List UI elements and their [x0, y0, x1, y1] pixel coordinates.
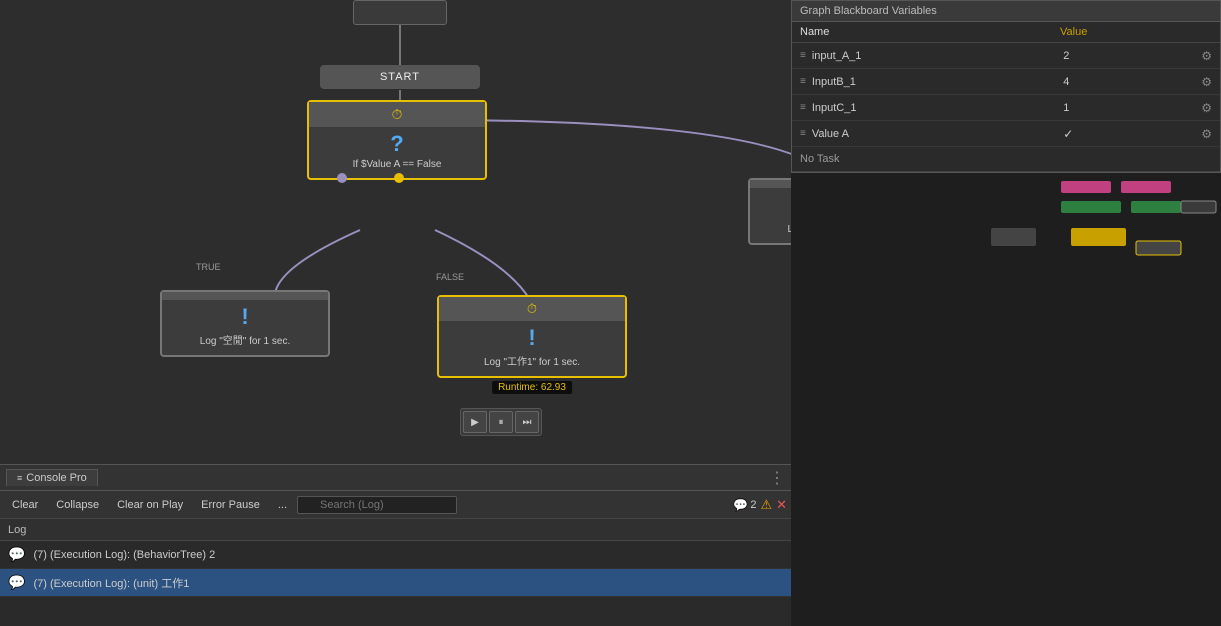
- row-0-icon: ≡: [800, 50, 806, 61]
- clock-icon: ⏱: [392, 106, 403, 123]
- clear-button[interactable]: Clear: [4, 497, 46, 513]
- play-button[interactable]: ▶: [463, 411, 487, 433]
- row-3-gear[interactable]: ⚙: [1201, 127, 1212, 141]
- console-toolbar: Clear Collapse Clear on Play Error Pause…: [0, 491, 791, 519]
- log-row-1[interactable]: 💬 (7) (Execution Log): (unit) 工作1: [0, 569, 791, 597]
- exclamation-left: !: [241, 304, 248, 330]
- row-1-gear[interactable]: ⚙: [1201, 75, 1212, 89]
- false-label: FALSE: [436, 272, 464, 282]
- log-node-right-header: [750, 180, 791, 188]
- console-header-row: Log: [0, 519, 791, 541]
- log-node-center-header: ⏱: [439, 297, 625, 321]
- col-name-header: Name: [800, 26, 1052, 38]
- start-node: START: [320, 65, 480, 89]
- row-2-name: InputC_1: [812, 102, 1055, 114]
- console-tab-bar: ≡ Console Pro ⋮: [0, 465, 791, 491]
- condition-text: If $Value A == False: [353, 159, 442, 170]
- next-button[interactable]: ⏭: [515, 411, 539, 433]
- console-area: ≡ Console Pro ⋮ Clear Collapse Clear on …: [0, 464, 791, 626]
- message-badge: 💬 2: [733, 498, 756, 512]
- log-node-left-body: ! Log "空閒" for 1 sec.: [162, 300, 328, 349]
- log-node-center-body: ! Log "工作1" for 1 sec.: [439, 321, 625, 370]
- log-left-text: Log "空閒" for 1 sec.: [200, 332, 290, 347]
- pause-button[interactable]: ⏸: [489, 411, 513, 433]
- row-2-icon: ≡: [800, 102, 806, 113]
- row-0-name: input_A_1: [812, 50, 1055, 62]
- more-button[interactable]: ...: [270, 497, 295, 513]
- exclamation-center: !: [528, 325, 535, 351]
- row-3-name: Value A: [812, 128, 1055, 140]
- collapse-button[interactable]: Collapse: [48, 497, 107, 513]
- message-icon: 💬: [733, 498, 748, 512]
- conn-dot-false: [394, 173, 404, 183]
- console-pro-tab[interactable]: ≡ Console Pro: [6, 469, 98, 486]
- mini-graph: [791, 173, 1221, 626]
- log-center-text: Log "工作1" for 1 sec.: [484, 353, 580, 368]
- error-pause-button[interactable]: Error Pause: [193, 497, 268, 513]
- log-row-1-text: (7) (Execution Log): (unit) 工作1: [33, 575, 189, 591]
- blackboard-row-2[interactable]: ≡ InputC_1 1 ⚙: [792, 95, 1220, 121]
- blackboard-row-3[interactable]: ≡ Value A ✓ ⚙: [792, 121, 1220, 147]
- row-1-value: 4: [1055, 76, 1195, 88]
- conn-dot-true: [337, 173, 347, 183]
- condition-node-body: ? If $Value A == False: [309, 127, 485, 172]
- mini-map-svg: [791, 173, 1221, 293]
- log-row-0-icon: 💬: [8, 546, 25, 563]
- blackboard-panel: Graph Blackboard Variables Name Value ≡ …: [791, 0, 1221, 173]
- main-layout: START ⏱ ? If $Value A == False TRUE FALS…: [0, 0, 1221, 626]
- row-1-icon: ≡: [800, 76, 806, 87]
- log-row-0[interactable]: 💬 (7) (Execution Log): (BehaviorTree) 2: [0, 541, 791, 569]
- search-wrapper: 🔍: [297, 496, 457, 514]
- row-1-name: InputB_1: [812, 76, 1055, 88]
- badge-count: 2: [750, 499, 756, 511]
- row-0-gear[interactable]: ⚙: [1201, 49, 1212, 63]
- condition-node-header: ⏱: [309, 102, 485, 127]
- blackboard-row-1[interactable]: ≡ InputB_1 4 ⚙: [792, 69, 1220, 95]
- no-task-row: No Task: [792, 147, 1220, 172]
- row-2-value: 1: [1055, 102, 1195, 114]
- log-column-header: Log: [8, 524, 26, 536]
- blackboard-row-0[interactable]: ≡ input_A_1 2 ⚙: [792, 43, 1220, 69]
- log-node-right[interactable]: ! Log "工作2" for 1 sec.: [748, 178, 791, 245]
- question-icon: ?: [390, 131, 403, 157]
- right-panel: Graph Blackboard Variables Name Value ≡ …: [791, 0, 1221, 626]
- log-node-left[interactable]: ! Log "空閒" for 1 sec.: [160, 290, 330, 357]
- true-label: TRUE: [196, 262, 221, 272]
- console-log-area[interactable]: 💬 (7) (Execution Log): (BehaviorTree) 2 …: [0, 541, 791, 626]
- clear-on-play-button[interactable]: Clear on Play: [109, 497, 191, 513]
- col-value-header: Value: [1052, 26, 1212, 38]
- start-node-title: START: [322, 67, 478, 87]
- playback-controls: ▶ ⏸ ⏭: [460, 408, 542, 436]
- warning-icon: ⚠: [760, 497, 772, 513]
- log-row-1-icon: 💬: [8, 574, 25, 591]
- blackboard-header: Name Value: [792, 22, 1220, 43]
- graph-canvas: START ⏱ ? If $Value A == False TRUE FALS…: [0, 0, 791, 626]
- log-node-center[interactable]: ⏱ ! Log "工作1" for 1 sec. Runtime: 62.93: [437, 295, 627, 378]
- toolbar-right: 💬 2 ⚠ ✕: [733, 497, 787, 513]
- log-row-0-text: (7) (Execution Log): (BehaviorTree) 2: [33, 549, 215, 561]
- console-tab-icon: ≡: [17, 473, 22, 483]
- log-node-right-body: ! Log "工作2" for 1 sec.: [750, 188, 791, 237]
- top-node: [353, 0, 447, 25]
- runtime-badge: Runtime: 62.93: [492, 381, 572, 394]
- row-2-gear[interactable]: ⚙: [1201, 101, 1212, 115]
- blackboard-title: Graph Blackboard Variables: [792, 1, 1220, 22]
- no-task-text: No Task: [800, 153, 840, 165]
- console-tab-label: Console Pro: [26, 472, 87, 484]
- search-input[interactable]: [297, 496, 457, 514]
- console-tab-menu[interactable]: ⋮: [769, 468, 785, 488]
- condition-node[interactable]: ⏱ ? If $Value A == False: [307, 100, 487, 180]
- row-3-value: ✓: [1055, 127, 1195, 141]
- clock-center-icon: ⏱: [527, 301, 537, 317]
- row-3-icon: ≡: [800, 128, 806, 139]
- log-node-left-header: [162, 292, 328, 300]
- row-0-value: 2: [1055, 50, 1195, 62]
- error-icon: ✕: [776, 497, 787, 513]
